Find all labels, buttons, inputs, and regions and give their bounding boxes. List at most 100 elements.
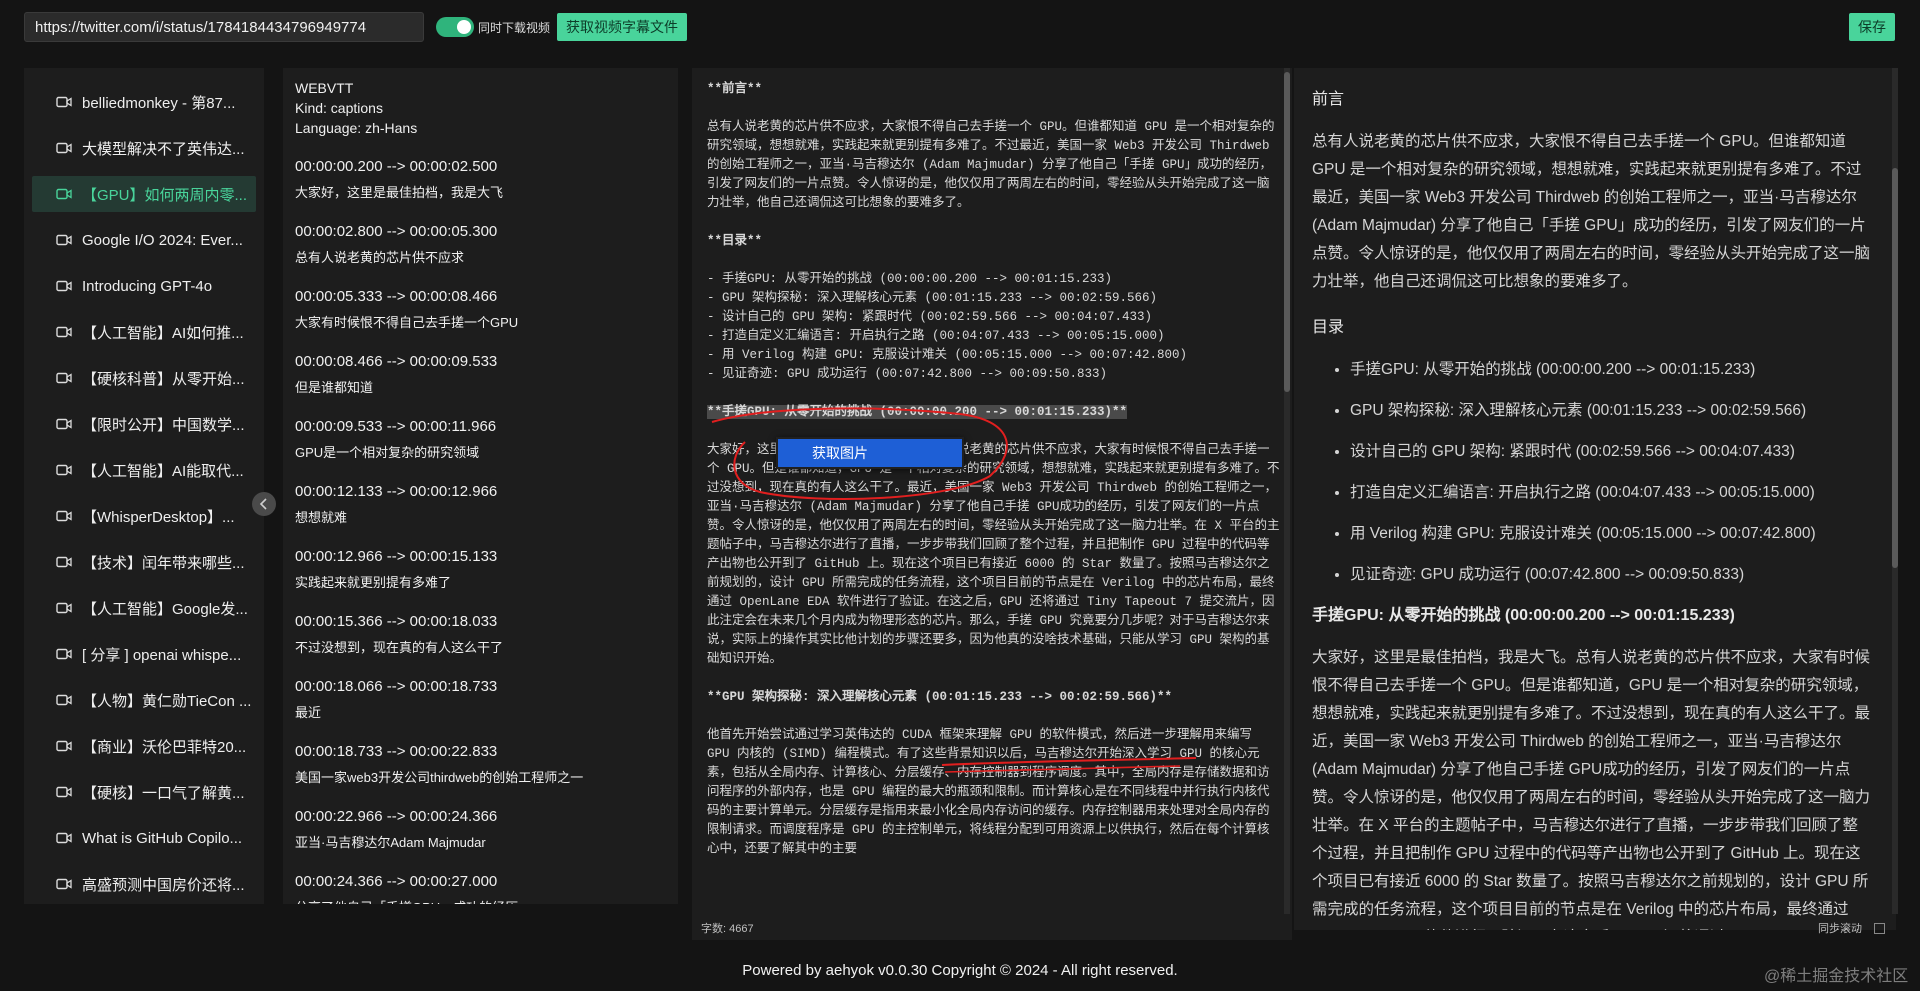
sidebar-video-item[interactable]: 大模型解决不了英伟达...	[32, 130, 256, 166]
vtt-cue: 00:00:24.366 --> 00:00:27.000 分享了他自己「手搓GP…	[295, 872, 666, 904]
sidebar-video-item[interactable]: 【硬核科普】从零开始...	[32, 360, 256, 396]
cue-timestamp: 00:00:09.533 --> 00:00:11.966	[295, 418, 497, 435]
video-camera-icon	[56, 464, 72, 476]
video-camera-icon	[56, 234, 72, 246]
sidebar-video-item[interactable]: 【商业】沃伦巴菲特20...	[32, 728, 256, 764]
sidebar-video-item[interactable]: 【硬核】一口气了解黄...	[32, 774, 256, 810]
sidebar-video-label: belliedmonkey - 第87...	[82, 94, 236, 112]
sidebar-video-label: [ 分享 ] openai whispe...	[82, 646, 242, 664]
sidebar-video-item[interactable]: What is GitHub Copilo...	[32, 820, 256, 856]
md-intro-paragraph: 总有人说老黄的芯片供不应求，大家恨不得自己去手搓一个 GPU。但谁都知道 GPU…	[707, 120, 1275, 210]
vtt-cue: 00:00:09.533 --> 00:00:11.966 GPU是一个相对复杂的…	[295, 417, 666, 463]
subtitle-vtt-panel[interactable]: WEBVTT Kind: captions Language: zh-Hans 00…	[283, 68, 678, 904]
md-toc-line: - 设计自己的 GPU 架构: 紧跟时代 (00:02:59.566 --> 0…	[707, 310, 1153, 324]
sidebar-video-item[interactable]: 【技术】闰年带来哪些...	[32, 544, 256, 580]
video-camera-icon	[56, 96, 72, 108]
md-section1-heading: **手搓GPU: 从零开始的挑战 (00:00:00.200 --> 00:01…	[707, 403, 1280, 422]
sidebar-video-label: 【人工智能】AI如何推...	[82, 324, 244, 342]
editor-scrollbar[interactable]	[1284, 68, 1290, 914]
cue-timestamp: 00:00:05.333 --> 00:00:08.466	[295, 288, 498, 305]
cue-timestamp: 00:00:08.466 --> 00:00:09.533	[295, 353, 498, 370]
context-menu: 获取图片	[776, 437, 964, 469]
sidebar-video-label: 【硬核科普】从零开始...	[82, 370, 245, 388]
preview-toc-item: 打造自定义汇编语言: 开启执行之路 (00:04:07.433 --> 00:0…	[1350, 479, 1872, 507]
sidebar-video-item[interactable]: Google I/O 2024: Ever...	[32, 222, 256, 258]
preview-scroll-thumb[interactable]	[1892, 168, 1898, 568]
vtt-cue: 00:00:05.333 --> 00:00:08.466 大家有时候恨不得自己去…	[295, 287, 666, 333]
preview-intro-heading: 前言	[1312, 91, 1345, 108]
markdown-editor[interactable]: **前言** 总有人说老黄的芯片供不应求，大家恨不得自己去手搓一个 GPU。但谁…	[692, 68, 1292, 930]
preview-toc-list: 手搓GPU: 从零开始的挑战 (00:00:00.200 --> 00:01:1…	[1312, 356, 1872, 589]
cue-text: 大家有时候恨不得自己去手搓一个GPU	[295, 315, 519, 330]
sync-scroll-checkbox[interactable]	[1874, 923, 1885, 934]
vtt-header-line: Kind: captions	[295, 100, 383, 116]
preview-intro-paragraph: 总有人说老黄的芯片供不应求，大家恨不得自己去手搓一个 GPU。但谁都知道 GPU…	[1312, 133, 1871, 290]
sidebar-video-label: 【人工智能】Google发...	[82, 600, 248, 618]
md-toc-list: - 手搓GPU: 从零开始的挑战 (00:00:00.200 --> 00:01…	[707, 270, 1280, 384]
sidebar-video-item[interactable]: 【人工智能】AI能取代...	[32, 452, 256, 488]
page-footer: Powered by aehyok v0.0.30 Copyright © 20…	[742, 962, 1178, 979]
preview-toc-heading: 目录	[1312, 319, 1345, 336]
sidebar-video-item[interactable]: belliedmonkey - 第87...	[32, 84, 256, 120]
download-video-toggle[interactable]	[436, 17, 474, 37]
preview-scrollbar[interactable]	[1892, 68, 1898, 914]
vtt-cue: 00:00:18.066 --> 00:00:18.733 最近	[295, 677, 666, 723]
sidebar-video-item[interactable]: [ 分享 ] openai whispe...	[32, 636, 256, 672]
watermark: @稀土掘金技术社区	[1764, 968, 1909, 985]
save-button[interactable]: 保存	[1849, 13, 1895, 41]
sidebar-video-item[interactable]: Introducing GPT-4o	[32, 268, 256, 304]
sidebar-video-item[interactable]: 【GPU】如何两周内零...	[32, 176, 256, 212]
video-camera-icon	[56, 188, 72, 200]
cue-text: 美国一家web3开发公司thirdweb的创始工程师之一	[295, 770, 584, 785]
video-camera-icon	[56, 648, 72, 660]
video-camera-icon	[56, 556, 72, 568]
char-count: 字数: 4667	[692, 918, 1292, 940]
collapse-sidebar-button[interactable]	[252, 492, 276, 516]
md-toc-line: - 用 Verilog 构建 GPU: 克服设计难关 (00:05:15.000…	[707, 348, 1188, 362]
download-video-label: 同时下载视频	[478, 21, 551, 35]
sidebar-video-label: 【GPU】如何两周内零...	[82, 186, 248, 204]
preview-toc-item: 用 Verilog 构建 GPU: 克服设计难关 (00:05:15.000 -…	[1350, 520, 1872, 548]
sidebar-video-item[interactable]: 【人工智能】Google发...	[32, 590, 256, 626]
cue-timestamp: 00:00:00.200 --> 00:00:02.500	[295, 158, 498, 175]
sidebar-video-item[interactable]: 【WhisperDesktop】...	[32, 498, 256, 534]
md-toc-line: - 打造自定义汇编语言: 开启执行之路 (00:04:07.433 --> 00…	[707, 329, 1165, 343]
video-camera-icon	[56, 694, 72, 706]
sidebar-video-item[interactable]: 【人工智能】AI如何推...	[32, 314, 256, 350]
video-camera-icon	[56, 372, 72, 384]
vtt-header: WEBVTT Kind: captions Language: zh-Hans	[295, 78, 666, 138]
vtt-header-line: WEBVTT	[295, 80, 354, 96]
cue-timestamp: 00:00:18.733 --> 00:00:22.833	[295, 743, 498, 760]
preview-toc-item: 手搓GPU: 从零开始的挑战 (00:00:00.200 --> 00:01:1…	[1350, 356, 1872, 384]
sidebar-video-label: 【技术】闰年带来哪些...	[82, 554, 245, 572]
url-input[interactable]	[24, 12, 424, 42]
fetch-subtitles-button[interactable]: 获取视频字幕文件	[557, 13, 687, 41]
md-toc-heading: **目录**	[707, 234, 763, 248]
toggle-knob	[457, 20, 471, 34]
sidebar-video-label: 【硬核】一口气了解黄...	[82, 784, 245, 802]
sidebar-video-label: 【人物】黄仁勋TieCon ...	[82, 692, 252, 710]
cue-timestamp: 00:00:12.966 --> 00:00:15.133	[295, 548, 498, 565]
get-image-menu-item[interactable]: 获取图片	[778, 439, 962, 467]
vtt-cue: 00:00:08.466 --> 00:00:09.533 但是谁都知道	[295, 352, 666, 398]
cue-timestamp: 00:00:02.800 --> 00:00:05.300	[295, 223, 498, 240]
cue-timestamp: 00:00:24.366 --> 00:00:27.000	[295, 873, 498, 890]
markdown-preview[interactable]: 前言 总有人说老黄的芯片供不应求，大家恨不得自己去手搓一个 GPU。但谁都知道 …	[1294, 68, 1896, 930]
md-toc-line: - 手搓GPU: 从零开始的挑战 (00:00:00.200 --> 00:01…	[707, 272, 1113, 286]
sidebar-video-item[interactable]: 【人物】黄仁勋TieCon ...	[32, 682, 256, 718]
video-camera-icon	[56, 786, 72, 798]
md-toc-line: - 见证奇迹: GPU 成功运行 (00:07:42.800 --> 00:09…	[707, 367, 1108, 381]
sidebar-video-label: Google I/O 2024: Ever...	[82, 231, 243, 249]
sidebar-video-label: 【商业】沃伦巴菲特20...	[82, 738, 247, 756]
vtt-cue: 00:00:12.133 --> 00:00:12.966 想想就难	[295, 482, 666, 528]
sidebar-video-item[interactable]: 【限时公开】中国数学...	[32, 406, 256, 442]
video-list-sidebar: belliedmonkey - 第87... 大模型解决不了英伟达... 【GPU】…	[24, 68, 264, 904]
md-section2-paragraph: 他首先开始尝试通过学习英伟达的 CUDA 框架来理解 GPU 的软件模式，然后进…	[707, 728, 1270, 856]
cue-text: 不过没想到，现在真的有人这么干了	[295, 640, 504, 655]
md-toc-line: - GPU 架构探秘: 深入理解核心元素 (00:01:15.233 --> 0…	[707, 291, 1158, 305]
video-camera-icon	[56, 326, 72, 338]
sidebar-video-label: What is GitHub Copilo...	[82, 829, 243, 847]
video-camera-icon	[56, 878, 72, 890]
editor-scroll-thumb[interactable]	[1284, 72, 1290, 392]
sidebar-video-item[interactable]: 高盛预测中国房价还将...	[32, 866, 256, 902]
